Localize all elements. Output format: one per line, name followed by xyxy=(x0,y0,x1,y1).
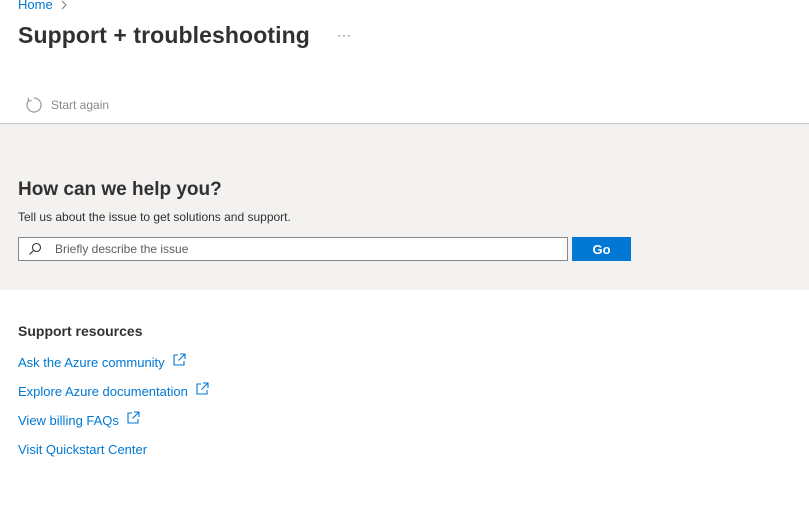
link-explore-azure-documentation[interactable]: Explore Azure documentation xyxy=(18,377,210,406)
issue-search-box[interactable] xyxy=(18,237,568,261)
link-label: View billing FAQs xyxy=(18,413,119,428)
more-options-button[interactable]: ··· xyxy=(337,28,352,42)
external-link-icon xyxy=(196,382,209,395)
link-label: Ask the Azure community xyxy=(18,355,165,370)
go-button[interactable]: Go xyxy=(572,237,631,261)
external-link-icon xyxy=(127,411,140,424)
page-title: Support + troubleshooting xyxy=(18,22,310,48)
link-ask-azure-community[interactable]: Ask the Azure community xyxy=(18,348,210,377)
support-resources: Support resources Ask the Azure communit… xyxy=(18,323,210,464)
link-label: Visit Quickstart Center xyxy=(18,442,148,457)
start-again-label: Start again xyxy=(51,98,110,112)
link-view-billing-faqs[interactable]: View billing FAQs xyxy=(18,406,210,435)
search-icon xyxy=(29,242,42,255)
command-bar: Start again xyxy=(0,90,809,124)
external-link-icon xyxy=(173,353,186,366)
refresh-icon xyxy=(26,97,42,113)
support-resources-heading: Support resources xyxy=(18,323,143,339)
help-heading: How can we help you? xyxy=(18,179,222,200)
breadcrumb-home-link[interactable]: Home xyxy=(18,0,53,12)
link-label: Explore Azure documentation xyxy=(18,384,188,399)
start-again-button[interactable]: Start again xyxy=(25,96,109,114)
help-subheading: Tell us about the issue to get solutions… xyxy=(18,210,291,224)
issue-search-input[interactable] xyxy=(55,238,567,260)
chevron-right-icon xyxy=(61,0,67,9)
breadcrumb: Home xyxy=(18,0,69,12)
link-visit-quickstart-center[interactable]: Visit Quickstart Center xyxy=(18,435,210,464)
help-panel: How can we help you? Tell us about the i… xyxy=(0,124,809,290)
